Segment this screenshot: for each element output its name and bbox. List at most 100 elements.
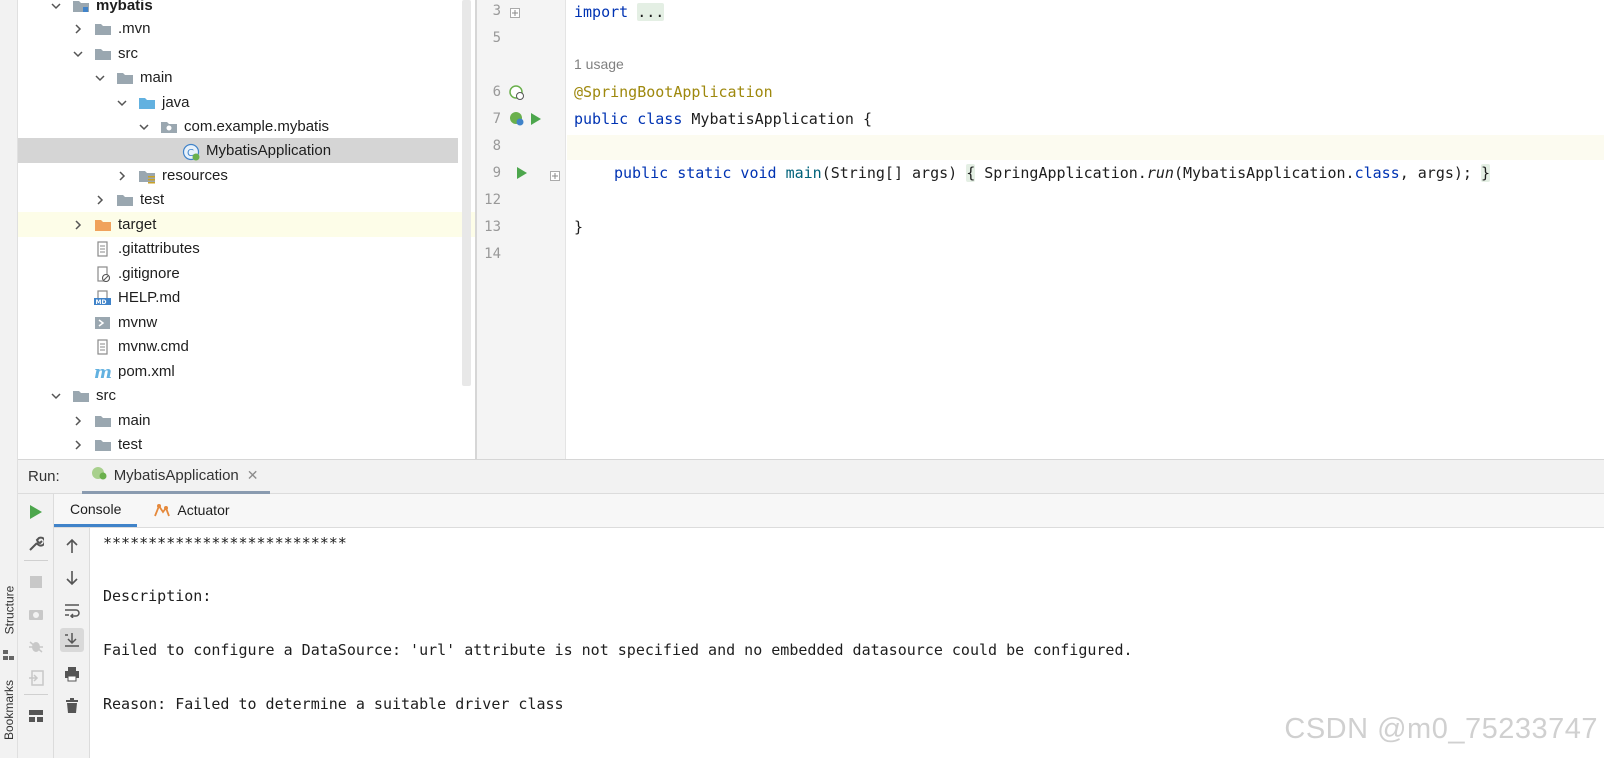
chevron-down-icon[interactable] — [72, 48, 84, 60]
rerun-button[interactable] — [26, 502, 46, 522]
class-keywords: public class — [574, 110, 683, 128]
fold-icon[interactable] — [550, 168, 560, 185]
code-line-6: @SpringBootApplication — [574, 81, 773, 103]
folder-icon — [72, 388, 90, 404]
open-brace[interactable]: { — [966, 164, 976, 182]
spring-bean-icon[interactable] — [508, 84, 526, 106]
tree-item-mvnw-cmd[interactable]: mvnw.cmd — [18, 334, 458, 359]
stop-button[interactable] — [26, 572, 46, 592]
line-number: 13 — [484, 219, 501, 235]
svg-text:m: m — [94, 364, 112, 380]
run-header: Run: MybatisApplication ✕ — [18, 460, 1604, 494]
tab-actuator[interactable]: Actuator — [137, 493, 245, 527]
layout-icon[interactable] — [26, 706, 46, 726]
method-keywords: public static void — [614, 164, 777, 182]
chevron-right-icon[interactable] — [116, 170, 128, 182]
tree-item-gitignore[interactable]: .gitignore — [18, 261, 458, 286]
tree-item-mybatis-application[interactable]: C MybatisApplication — [18, 138, 458, 163]
line-number: 6 — [492, 84, 501, 100]
close-brace[interactable]: } — [1481, 164, 1491, 182]
tree-label: main — [118, 412, 151, 429]
code-line-9: public static void main(String[] args) {… — [614, 162, 1491, 184]
code-editor[interactable]: import ... 1 usage @SpringBootApplicatio… — [567, 0, 1604, 459]
bookmarks-label: Bookmarks — [2, 679, 16, 741]
arrow-up-icon[interactable] — [62, 536, 82, 556]
tree-label: resources — [162, 167, 228, 184]
tree-item-test-2[interactable]: test — [18, 432, 458, 457]
body-middle: (MybatisApplication. — [1173, 164, 1355, 182]
run-config-tab[interactable]: MybatisApplication ✕ — [81, 460, 271, 494]
chevron-right-icon[interactable] — [72, 23, 84, 35]
console-tab-label: Console — [70, 500, 122, 517]
excluded-folder-icon — [94, 217, 112, 233]
tree-scrollbar[interactable] — [462, 0, 471, 386]
chevron-down-icon[interactable] — [50, 0, 62, 12]
text-file-icon — [94, 240, 112, 257]
tree-label: mvnw.cmd — [118, 338, 189, 355]
line-number: 7 — [492, 111, 501, 127]
tree-item-pom-xml[interactable]: m pom.xml — [18, 359, 458, 384]
scroll-to-end-icon[interactable] — [60, 628, 84, 652]
tree-item-gitattributes[interactable]: .gitattributes — [18, 236, 458, 261]
method-signature: (String[] args) — [821, 164, 967, 182]
module-folder-icon — [72, 0, 90, 14]
tree-item-java[interactable]: java — [18, 90, 458, 115]
run-icon[interactable] — [516, 166, 528, 184]
tree-item-main[interactable]: main — [18, 65, 458, 90]
tree-label: mybatis — [96, 0, 153, 14]
import-fold[interactable]: ... — [637, 3, 665, 21]
tree-item-src[interactable]: src — [18, 41, 458, 66]
annotation: @SpringBootApplication — [574, 83, 773, 101]
exit-icon[interactable] — [26, 668, 46, 688]
chevron-down-icon[interactable] — [138, 121, 150, 133]
method-name: main — [776, 164, 822, 182]
folder-icon — [94, 21, 112, 37]
code-line-3: import ... — [574, 1, 665, 23]
maven-icon: m — [94, 363, 112, 383]
usage-hint[interactable]: 1 usage — [574, 56, 624, 72]
tree-item-package[interactable]: com.example.mybatis — [18, 114, 458, 139]
debug-icon[interactable] — [26, 636, 46, 656]
tree-item-main-2[interactable]: main — [18, 408, 458, 433]
tree-label: .mvn — [118, 20, 151, 37]
tree-item-target[interactable]: target — [18, 212, 475, 237]
tree-label: .gitignore — [118, 265, 180, 282]
tree-item-help-md[interactable]: MD HELP.md — [18, 285, 458, 310]
spring-bean-icon[interactable] — [508, 110, 526, 132]
tree-label: test — [118, 436, 143, 453]
source-folder-icon — [138, 95, 156, 111]
chevron-down-icon[interactable] — [50, 390, 62, 402]
tree-item-mvnw[interactable]: mvnw — [18, 310, 458, 335]
run-tab-label: MybatisApplication — [113, 466, 239, 484]
spring-run-icon — [90, 465, 108, 485]
svg-text:MD: MD — [96, 299, 107, 306]
tree-label: src — [96, 387, 116, 404]
body-prefix: SpringApplication. — [975, 164, 1147, 182]
script-file-icon — [94, 315, 112, 331]
watermark: CSDN @m0_75233747 — [1284, 713, 1598, 745]
trash-icon[interactable] — [62, 696, 82, 716]
tree-item-mvn[interactable]: .mvn — [18, 16, 458, 41]
close-icon[interactable]: ✕ — [247, 467, 259, 484]
print-icon[interactable] — [62, 664, 82, 684]
tab-console[interactable]: Console — [54, 493, 138, 527]
structure-label: Structure — [2, 585, 16, 635]
bookmarks-tool-button[interactable]: Bookmarks — [0, 670, 18, 750]
chevron-down-icon[interactable] — [116, 97, 128, 109]
tree-item-test[interactable]: test — [18, 187, 458, 212]
chevron-down-icon[interactable] — [94, 72, 106, 84]
arrow-down-icon[interactable] — [62, 568, 82, 588]
chevron-right-icon[interactable] — [72, 219, 84, 231]
camera-icon[interactable] — [26, 604, 46, 624]
chevron-right-icon[interactable] — [94, 194, 106, 206]
run-icon[interactable] — [530, 112, 542, 130]
wrench-icon[interactable] — [26, 534, 46, 554]
structure-tool-button[interactable]: Structure — [0, 575, 18, 645]
console-line: Reason: Failed to determine a suitable d… — [103, 695, 564, 713]
soft-wrap-icon[interactable] — [62, 600, 82, 620]
fold-icon[interactable] — [510, 5, 520, 22]
chevron-right-icon[interactable] — [72, 415, 84, 427]
chevron-right-icon[interactable] — [72, 439, 84, 451]
tree-item-resources[interactable]: resources — [18, 163, 458, 188]
tree-item-src-2[interactable]: src — [18, 383, 458, 408]
